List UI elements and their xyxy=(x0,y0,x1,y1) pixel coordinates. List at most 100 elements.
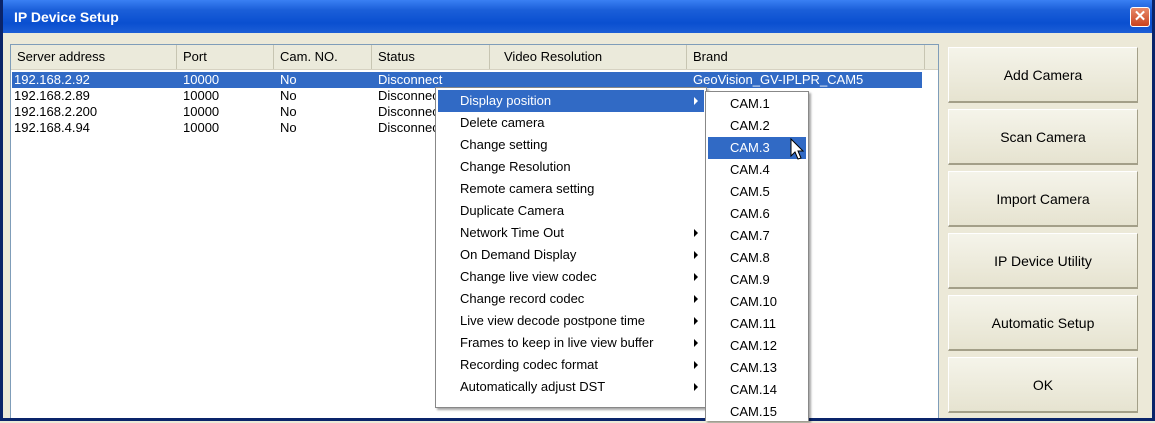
submenu-item-label: CAM.10 xyxy=(730,294,777,309)
submenu-item-label: CAM.3 xyxy=(730,140,770,155)
cell-cam-no: No xyxy=(280,120,297,135)
list-header: Server address Port Cam. NO. Status Vide… xyxy=(11,45,938,70)
add-camera-button[interactable]: Add Camera xyxy=(948,47,1138,103)
menu-item-change-live-view-codec[interactable]: Change live view codec xyxy=(438,266,704,288)
submenu-arrow-icon xyxy=(694,229,698,237)
menu-item-label: Frames to keep in live view buffer xyxy=(460,335,654,350)
import-camera-button[interactable]: Import Camera xyxy=(948,171,1138,227)
column-header-port[interactable]: Port xyxy=(177,45,274,69)
scan-camera-button[interactable]: Scan Camera xyxy=(948,109,1138,165)
menu-item-duplicate-camera[interactable]: Duplicate Camera xyxy=(438,200,704,222)
menu-item-on-demand-display[interactable]: On Demand Display xyxy=(438,244,704,266)
menu-item-label: Display position xyxy=(460,93,552,108)
submenu-item-label: CAM.5 xyxy=(730,184,770,199)
window-title: IP Device Setup xyxy=(14,9,119,25)
column-header-status[interactable]: Status xyxy=(372,45,490,69)
menu-item-network-time-out[interactable]: Network Time Out xyxy=(438,222,704,244)
cell-port: 10000 xyxy=(183,120,220,135)
submenu-arrow-icon xyxy=(694,295,698,303)
column-header-video-resolution[interactable]: Video Resolution xyxy=(490,45,687,69)
menu-item-automatically-adjust-dst[interactable]: Automatically adjust DST xyxy=(438,376,704,398)
menu-item-label: Automatically adjust DST xyxy=(460,379,606,394)
submenu-item-cam-6[interactable]: CAM.6 xyxy=(708,203,806,225)
submenu-item-label: CAM.15 xyxy=(730,404,777,419)
cell-cam-no: No xyxy=(280,88,297,103)
submenu-item-cam-10[interactable]: CAM.10 xyxy=(708,291,806,313)
submenu-item-label: CAM.11 xyxy=(730,316,776,331)
submenu-item-label: CAM.2 xyxy=(730,118,770,133)
mouse-pointer-icon xyxy=(790,138,805,160)
cell-status: Disconnect xyxy=(378,72,443,87)
submenu-item-cam-4[interactable]: CAM.4 xyxy=(708,159,806,181)
submenu-arrow-icon xyxy=(694,97,698,105)
cell-server-address: 192.168.4.94 xyxy=(14,120,90,135)
cell-port: 10000 xyxy=(183,104,220,119)
submenu-item-cam-13[interactable]: CAM.13 xyxy=(708,357,806,379)
menu-item-label: Network Time Out xyxy=(460,225,565,240)
submenu-item-label: CAM.9 xyxy=(730,272,770,287)
ok-button[interactable]: OK xyxy=(948,357,1138,413)
cell-cam-no: No xyxy=(280,72,297,87)
submenu-item-cam-5[interactable]: CAM.5 xyxy=(708,181,806,203)
column-header-cam-no[interactable]: Cam. NO. xyxy=(274,45,372,69)
submenu-item-label: CAM.12 xyxy=(730,338,777,353)
cell-port: 10000 xyxy=(183,88,220,103)
menu-item-label: On Demand Display xyxy=(460,247,577,262)
menu-item-change-record-codec[interactable]: Change record codec xyxy=(438,288,704,310)
context-menu: Display position Delete camera Change sett… xyxy=(435,87,707,408)
submenu-item-label: CAM.4 xyxy=(730,162,770,177)
submenu-item-label: CAM.13 xyxy=(730,360,777,375)
submenu-arrow-icon xyxy=(694,383,698,391)
menu-item-label: Live view decode postpone time xyxy=(460,313,646,328)
cell-status: Disconnect xyxy=(378,88,443,103)
menu-item-delete-camera[interactable]: Delete camera xyxy=(438,112,704,134)
submenu-item-cam-7[interactable]: CAM.7 xyxy=(708,225,806,247)
title-bar[interactable]: IP Device Setup ✕ xyxy=(3,0,1152,33)
menu-item-label: Remote camera setting xyxy=(460,181,595,196)
submenu-item-label: CAM.14 xyxy=(730,382,777,397)
automatic-setup-button[interactable]: Automatic Setup xyxy=(948,295,1138,351)
menu-item-change-resolution[interactable]: Change Resolution xyxy=(438,156,704,178)
submenu-item-cam-11[interactable]: CAM.11 xyxy=(708,313,806,335)
cell-cam-no: No xyxy=(280,104,297,119)
ip-device-utility-button[interactable]: IP Device Utility xyxy=(948,233,1138,289)
submenu-arrow-icon xyxy=(694,273,698,281)
cell-server-address: 192.168.2.89 xyxy=(14,88,90,103)
menu-item-label: Change live view codec xyxy=(460,269,597,284)
submenu-item-cam-1[interactable]: CAM.1 xyxy=(708,93,806,115)
submenu-item-cam-15[interactable]: CAM.15 xyxy=(708,401,806,423)
menu-item-label: Change Resolution xyxy=(460,159,571,174)
menu-item-recording-codec-format[interactable]: Recording codec format xyxy=(438,354,704,376)
submenu-item-cam-12[interactable]: CAM.12 xyxy=(708,335,806,357)
table-row[interactable]: 192.168.2.92 10000 No Disconnect GeoVision_G… xyxy=(11,72,938,88)
submenu-item-label: CAM.8 xyxy=(730,250,770,265)
menu-item-change-setting[interactable]: Change setting xyxy=(438,134,704,156)
menu-item-live-view-decode-postpone-time[interactable]: Live view decode postpone time xyxy=(438,310,704,332)
menu-item-label: Recording codec format xyxy=(460,357,599,372)
column-header-brand[interactable]: Brand xyxy=(687,45,925,69)
submenu-item-label: CAM.7 xyxy=(730,228,770,243)
submenu-item-cam-9[interactable]: CAM.9 xyxy=(708,269,806,291)
cell-brand: GeoVision_GV-IPLPR_CAM5 xyxy=(693,72,864,87)
cell-status: Disconnect xyxy=(378,104,443,119)
submenu-arrow-icon xyxy=(694,317,698,325)
menu-item-remote-camera-setting[interactable]: Remote camera setting xyxy=(438,178,704,200)
cell-port: 10000 xyxy=(183,72,220,87)
submenu-arrow-icon xyxy=(694,339,698,347)
menu-item-label: Duplicate Camera xyxy=(460,203,565,218)
menu-item-label: Change record codec xyxy=(460,291,585,306)
menu-item-label: Change setting xyxy=(460,137,548,152)
submenu-arrow-icon xyxy=(694,361,698,369)
submenu-item-cam-14[interactable]: CAM.14 xyxy=(708,379,806,401)
submenu-arrow-icon xyxy=(694,251,698,259)
submenu-item-label: CAM.1 xyxy=(730,96,770,111)
close-icon[interactable]: ✕ xyxy=(1130,7,1150,27)
submenu-item-label: CAM.6 xyxy=(730,206,770,221)
submenu-item-cam-2[interactable]: CAM.2 xyxy=(708,115,806,137)
menu-item-frames-to-keep-in-live-view-buffer[interactable]: Frames to keep in live view buffer xyxy=(438,332,704,354)
menu-item-display-position[interactable]: Display position xyxy=(438,90,704,112)
cell-status: Disconnect xyxy=(378,120,443,135)
column-header-server-address[interactable]: Server address xyxy=(11,45,177,69)
cell-server-address: 192.168.2.92 xyxy=(14,72,90,87)
submenu-item-cam-8[interactable]: CAM.8 xyxy=(708,247,806,269)
